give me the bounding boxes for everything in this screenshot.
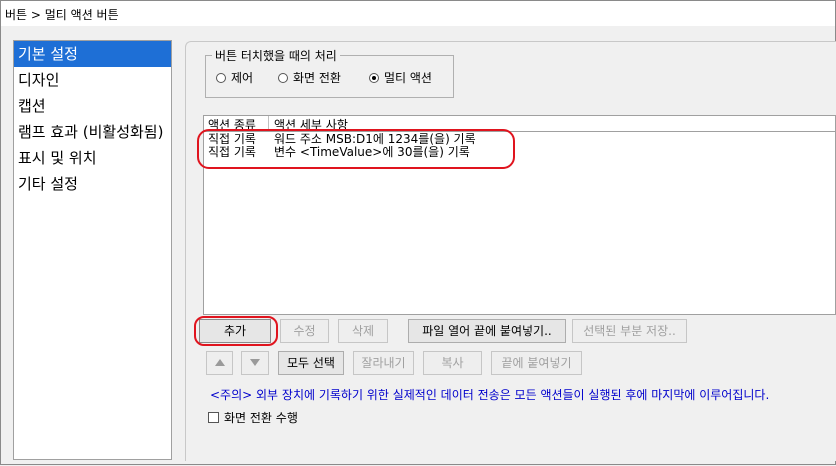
touch-action-group-legend: 버튼 터치했을 때의 처리 [212,47,340,64]
transfer-notice-text: <주의> 외부 장치에 기록하기 위한 실제적인 데이터 전송은 모든 액션들이… [210,388,770,402]
add-button-highlight-annotation [194,316,278,346]
radio-control[interactable]: 제어 [216,69,253,86]
settings-sidebar: 기본 설정 디자인 캡션 램프 효과 (비활성화됨) 표시 및 위치 기타 설정 [13,40,172,460]
sidebar-item-display-position[interactable]: 표시 및 위치 [14,145,171,171]
window-titlebar: 버튼 > 멀티 액션 버튼 [0,0,836,27]
delete-button[interactable]: 삭제 [338,319,388,343]
radio-multi-action-label: 멀티 액션 [384,71,432,85]
sidebar-item-caption[interactable]: 캡션 [14,93,171,119]
radio-screen-change[interactable]: 화면 전환 [278,69,341,86]
sidebar-item-basic-settings[interactable]: 기본 설정 [14,41,171,67]
sidebar-item-other-settings[interactable]: 기타 설정 [14,171,171,197]
sidebar-item-design[interactable]: 디자인 [14,67,171,93]
rows-highlight-annotation [197,129,515,169]
touch-action-group: 버튼 터치했을 때의 처리 제어 화면 전환 멀티 액션 [205,47,454,98]
radio-indicator-selected [369,73,379,83]
radio-multi-action[interactable]: 멀티 액션 [369,69,432,86]
save-selected-button[interactable]: 선택된 부분 저장.. [572,319,687,343]
screen-change-checkbox-label: 화면 전환 수행 [224,411,298,425]
copy-button[interactable]: 복사 [423,351,482,375]
arrow-down-icon [250,359,260,366]
screen-change-checkbox[interactable]: 화면 전환 수행 [208,409,298,426]
move-down-button[interactable] [241,351,269,375]
sidebar-item-lamp-effect[interactable]: 램프 효과 (비활성화됨) [14,119,171,145]
arrow-up-icon [214,359,225,366]
move-up-button[interactable] [206,351,233,375]
checkbox-box [208,412,219,423]
open-file-append-button[interactable]: 파일 열어 끝에 붙여넣기.. [408,319,566,343]
radio-indicator [216,73,226,83]
window-title: 버튼 > 멀티 액션 버튼 [5,8,119,22]
cut-button[interactable]: 잘라내기 [353,351,414,375]
select-all-button[interactable]: 모두 선택 [278,351,344,375]
radio-indicator [278,73,288,83]
radio-control-label: 제어 [231,71,254,85]
paste-at-end-button[interactable]: 끝에 붙여넣기 [491,351,582,375]
edit-button[interactable]: 수정 [280,319,329,343]
radio-screen-change-label: 화면 전환 [293,71,341,85]
